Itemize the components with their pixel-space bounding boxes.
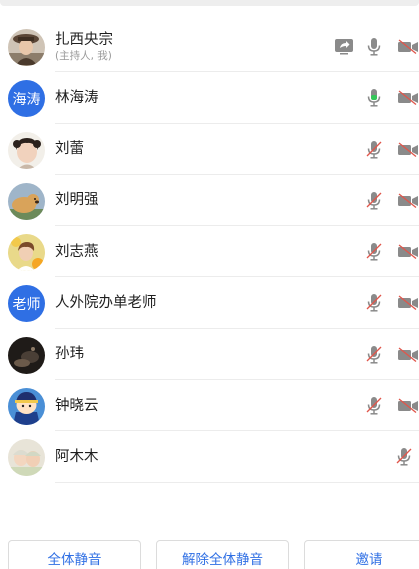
mute-all-button[interactable]: 全体静音 (8, 540, 141, 569)
microphone-muted-icon[interactable] (365, 344, 383, 364)
participant-name: 刘蕾 (55, 141, 84, 158)
avatar (8, 336, 45, 374)
avatar: 老师 (8, 285, 45, 323)
camera-off-icon[interactable] (397, 295, 419, 311)
photo-avatar-dark-icon (8, 336, 45, 374)
photo-avatar-dog-icon (8, 182, 45, 220)
avatar: 海涛 (8, 80, 45, 118)
participant-row[interactable]: 海涛 林海涛 (0, 72, 419, 124)
microphone-muted-icon[interactable] (365, 293, 383, 313)
participant-name: 孙玮 (55, 346, 84, 363)
camera-off-icon[interactable] (397, 141, 419, 157)
participant-name: 扎西央宗 (55, 31, 113, 48)
participant-name: 人外院办单老师 (55, 294, 157, 311)
participant-name: 阿木木 (55, 448, 99, 465)
camera-off-icon[interactable] (397, 39, 419, 55)
photo-avatar-girl-icon (8, 131, 45, 169)
participant-row[interactable]: 孙玮 (0, 329, 419, 381)
screen-share-icon[interactable] (333, 38, 355, 56)
camera-off-icon[interactable] (397, 346, 419, 362)
photo-avatar-baby-icon (8, 439, 45, 477)
participant-row[interactable]: 扎西央宗 (主持人, 我) (0, 21, 419, 73)
microphone-muted-icon[interactable] (365, 190, 383, 210)
camera-off-icon[interactable] (397, 398, 419, 414)
microphone-icon[interactable] (365, 37, 383, 57)
participant-name: 林海涛 (55, 89, 99, 106)
microphone-muted-icon[interactable] (365, 396, 383, 416)
participant-role: (主持人, 我) (55, 49, 112, 62)
microphone-muted-icon[interactable] (395, 447, 413, 467)
avatar (8, 29, 45, 66)
microphone-muted-icon[interactable] (365, 242, 383, 262)
participant-name: 钟晓云 (55, 397, 99, 414)
microphone-on-icon[interactable] (365, 88, 383, 108)
camera-off-icon[interactable] (397, 90, 419, 106)
participant-list: 扎西央宗 (主持人, 我) 海涛 林海涛 刘蕾 刘明强 刘志燕 老师 人外院办单… (0, 21, 419, 483)
participant-row[interactable]: 老师 人外院办单老师 (0, 277, 419, 329)
avatar (8, 388, 45, 426)
participant-name: 刘明强 (55, 192, 99, 209)
microphone-muted-icon[interactable] (365, 139, 383, 159)
top-handle-bar (0, 0, 419, 6)
photo-avatar-flowers-icon (8, 234, 45, 272)
unmute-all-button[interactable]: 解除全体静音 (156, 540, 289, 569)
cartoon-avatar-icon (8, 388, 45, 426)
participant-row[interactable]: 刘明强 (0, 175, 419, 227)
participant-row[interactable]: 刘蕾 (0, 124, 419, 175)
participant-name: 刘志燕 (55, 243, 99, 260)
participant-row[interactable]: 钟晓云 (0, 380, 419, 432)
camera-off-icon[interactable] (397, 192, 419, 208)
participant-row[interactable]: 刘志燕 (0, 226, 419, 278)
bottom-action-bar: 全体静音 解除全体静音 邀请 (0, 540, 419, 569)
invite-button[interactable]: 邀请 (304, 540, 419, 569)
photo-avatar-woman-hat-icon (8, 29, 45, 66)
avatar (8, 131, 45, 169)
avatar (8, 182, 45, 220)
avatar (8, 234, 45, 272)
camera-off-icon[interactable] (397, 244, 419, 260)
avatar (8, 439, 45, 477)
participant-row[interactable]: 阿木木 (0, 431, 419, 483)
